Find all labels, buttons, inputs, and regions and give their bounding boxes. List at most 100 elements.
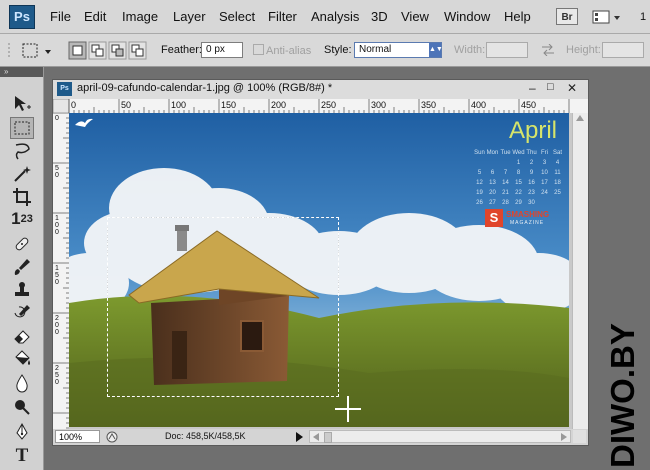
history-brush-icon[interactable] — [10, 302, 34, 324]
calendar-cell: 23 — [528, 190, 535, 196]
healing-brush-icon[interactable] — [10, 233, 34, 255]
scroll-left-icon[interactable] — [313, 433, 319, 441]
document-window: Ps april-09-cafundo-calendar-1.jpg @ 100… — [52, 79, 589, 446]
calendar-cell: 15 — [515, 180, 522, 186]
feather-input[interactable]: 0 px — [201, 42, 243, 58]
status-info-icon[interactable] — [105, 430, 119, 444]
calendar-cell: Mon — [486, 150, 499, 156]
image-canvas[interactable]: April Sun Mon Tue Wed Thu Fri Sat 1 2 3 4 5 6 7 8 9 10 11… — [69, 113, 569, 427]
watermark-text: DIWO.BY — [604, 323, 641, 468]
toolbox-collapse-icon[interactable]: » — [0, 67, 43, 77]
scroll-right-icon[interactable] — [561, 433, 567, 441]
ruler-label-h: 100 — [171, 100, 187, 110]
clone-stamp-icon[interactable] — [10, 279, 34, 301]
feather-label: Feather: — [161, 44, 202, 56]
move-tool-icon[interactable] — [10, 93, 34, 115]
width-input[interactable] — [486, 42, 528, 58]
pen-icon[interactable] — [10, 421, 34, 443]
eraser-icon[interactable] — [10, 325, 34, 347]
ruler-label-h: 350 — [421, 100, 437, 110]
width-label: Width: — [454, 44, 486, 56]
zoom-input[interactable]: 100% — [55, 430, 100, 443]
lasso-icon[interactable] — [10, 140, 34, 162]
swap-dimensions-icon[interactable] — [541, 44, 555, 56]
menu-help[interactable]: Help — [504, 0, 531, 34]
calendar-cell: 7 — [503, 170, 508, 176]
options-bar: Feather: 0 px Anti-alias Style: Normal ▲… — [0, 34, 650, 67]
calendar-cell — [486, 160, 499, 170]
maximize-icon[interactable]: □ — [547, 81, 554, 93]
calendar-cell — [538, 200, 551, 210]
photoshop-logo[interactable]: Ps — [9, 5, 35, 29]
paint-bucket-icon[interactable] — [10, 348, 34, 370]
marquee-selection[interactable] — [107, 217, 339, 397]
calendar-cell: 21 — [502, 190, 509, 196]
ruler-label-h: 150 — [221, 100, 237, 110]
blur-drop-icon[interactable] — [10, 372, 34, 394]
ruler-label-h: 450 — [521, 100, 537, 110]
dodge-icon[interactable] — [10, 396, 34, 418]
calendar-cell: 20 — [489, 190, 496, 196]
status-menu-arrow-icon[interactable] — [296, 432, 303, 442]
scroll-up-icon[interactable] — [576, 115, 584, 121]
menu-edit[interactable]: Edit — [84, 0, 106, 34]
ruler-label-h: 0 — [71, 100, 77, 110]
vertical-scrollbar[interactable] — [572, 113, 588, 429]
calendar-cell: 10 — [541, 170, 548, 176]
calendar-month: April — [509, 117, 558, 144]
magic-wand-icon[interactable] — [10, 163, 34, 185]
calendar-cell: 12 — [476, 180, 483, 186]
resize-grip-icon[interactable] — [573, 430, 586, 443]
minimize-icon[interactable]: – — [529, 81, 536, 95]
style-dropdown[interactable]: Normal ▲▼ — [354, 42, 443, 58]
type-icon[interactable]: T — [10, 445, 34, 467]
menu-file[interactable]: File — [50, 0, 71, 34]
document-size: Doc: 458,5K/458,5K — [165, 431, 246, 441]
calendar-cell — [499, 160, 512, 170]
ruler-label-v: 100 — [55, 215, 59, 236]
menu-layer[interactable]: Layer — [173, 0, 206, 34]
horizontal-scrollbar[interactable] — [309, 430, 571, 443]
height-input[interactable] — [602, 42, 644, 58]
crop-icon[interactable] — [10, 186, 34, 208]
calendar-cell: 29 — [515, 200, 522, 206]
calendar-cell: 4 — [555, 160, 560, 166]
anti-alias-checkbox[interactable]: Anti-alias — [253, 44, 311, 57]
ruler-label-h: 250 — [321, 100, 337, 110]
tool-preset-picker-icon[interactable] — [20, 41, 60, 61]
calendar-cell: 24 — [541, 190, 548, 196]
calendar-cell: 30 — [528, 200, 535, 206]
close-icon[interactable]: ✕ — [567, 81, 577, 95]
calendar-cell: 1 — [516, 160, 521, 166]
calendar-week-row: 12 13 14 15 16 17 18 — [473, 180, 565, 190]
calendar-cell: 18 — [554, 180, 561, 186]
scroll-thumb[interactable] — [324, 432, 332, 443]
count-123-icon[interactable]: 123 — [10, 208, 34, 230]
menu-window[interactable]: Window — [444, 0, 490, 34]
calendar-week-row: 19 20 21 22 23 24 25 — [473, 190, 565, 200]
anti-alias-label: Anti-alias — [266, 45, 312, 57]
zoom-level-partial[interactable]: 1 — [640, 0, 646, 34]
calendar-cell: 5 — [477, 170, 482, 176]
menu-filter[interactable]: Filter — [268, 0, 297, 34]
brush-icon[interactable] — [10, 256, 34, 278]
calendar-header-row: Sun Mon Tue Wed Thu Fri Sat — [473, 150, 565, 160]
screen-mode-icon[interactable] — [592, 9, 622, 25]
bridge-button[interactable]: Br — [556, 8, 578, 25]
calendar-cell: Wed — [512, 150, 525, 156]
menu-view[interactable]: View — [401, 0, 429, 34]
rectangular-marquee-icon[interactable] — [10, 117, 34, 139]
calendar-cell: Thu — [526, 150, 537, 156]
menu-analysis[interactable]: Analysis — [311, 0, 359, 34]
calendar-cell: 13 — [489, 180, 496, 186]
calendar-cell: 17 — [541, 180, 548, 186]
menu-select[interactable]: Select — [219, 0, 255, 34]
document-titlebar[interactable]: Ps april-09-cafundo-calendar-1.jpg @ 100… — [53, 80, 588, 99]
calendar-cell: Sat — [552, 150, 562, 156]
menu-image[interactable]: Image — [122, 0, 158, 34]
height-label: Height: — [566, 44, 601, 56]
calendar-cell: Tue — [500, 150, 511, 156]
calendar-cell: 22 — [515, 190, 522, 196]
diwo-watermark: DIWO.BY — [604, 323, 641, 468]
menu-3d[interactable]: 3D — [371, 0, 388, 34]
